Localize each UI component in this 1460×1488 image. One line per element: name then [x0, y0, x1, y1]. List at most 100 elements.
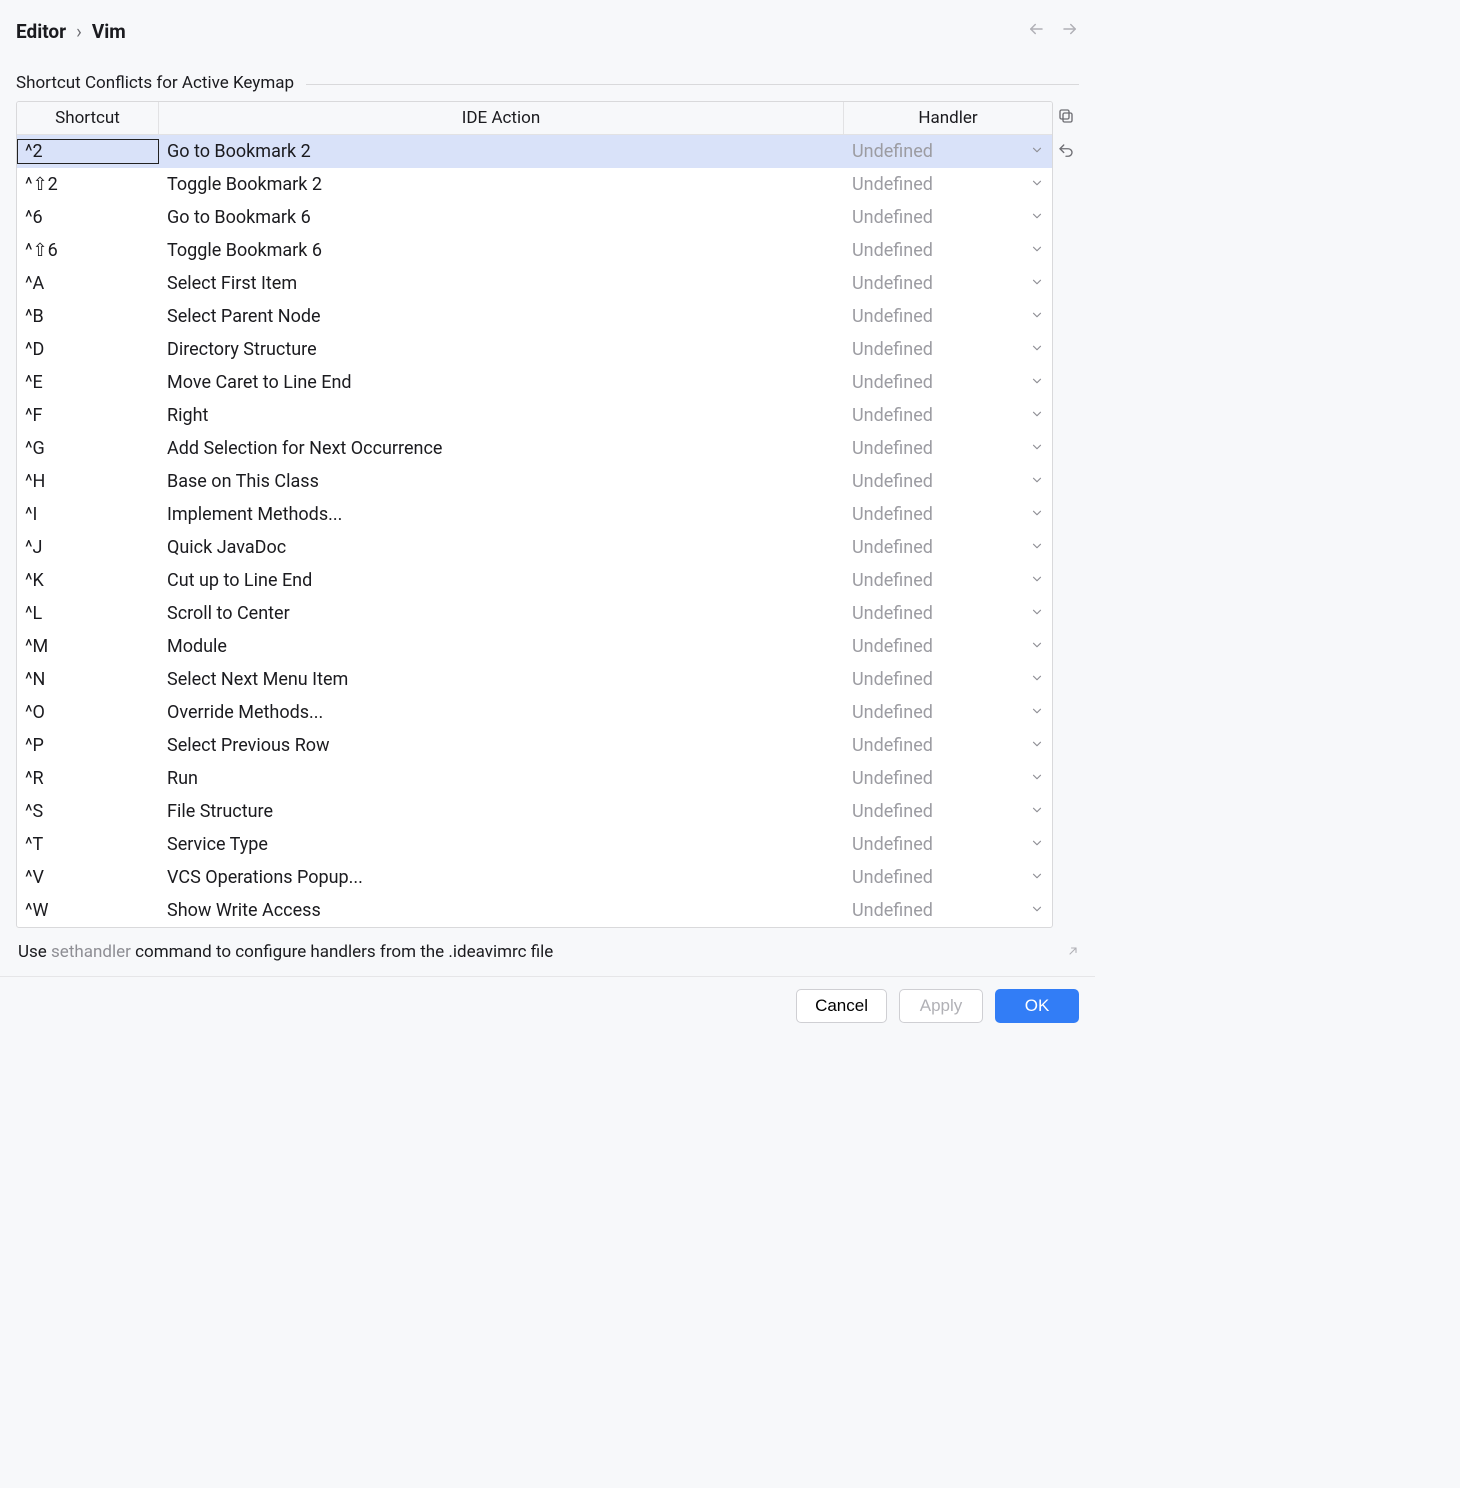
cell-handler-dropdown[interactable]: Undefined [844, 535, 1052, 560]
revert-icon[interactable] [1057, 142, 1075, 165]
cell-shortcut[interactable]: ^P [17, 733, 159, 758]
cell-shortcut[interactable]: ^R [17, 766, 159, 791]
table-row[interactable]: ^KCut up to Line EndUndefined [17, 564, 1052, 597]
cell-handler-dropdown[interactable]: Undefined [844, 865, 1052, 890]
cell-ide-action[interactable]: Quick JavaDoc [159, 535, 844, 560]
cell-ide-action[interactable]: Show Write Access [159, 898, 844, 923]
cell-ide-action[interactable]: Base on This Class [159, 469, 844, 494]
cell-ide-action[interactable]: Select First Item [159, 271, 844, 296]
popout-icon[interactable] [1067, 942, 1079, 962]
cell-ide-action[interactable]: Cut up to Line End [159, 568, 844, 593]
table-row[interactable]: ^BSelect Parent NodeUndefined [17, 300, 1052, 333]
table-row[interactable]: ^GAdd Selection for Next OccurrenceUndef… [17, 432, 1052, 465]
cell-shortcut[interactable]: ^H [17, 469, 159, 494]
cell-ide-action[interactable]: Go to Bookmark 6 [159, 205, 844, 230]
cell-ide-action[interactable]: Add Selection for Next Occurrence [159, 436, 844, 461]
col-shortcut[interactable]: Shortcut [17, 102, 159, 134]
cell-ide-action[interactable]: Select Parent Node [159, 304, 844, 329]
table-row[interactable]: ^⇧6Toggle Bookmark 6Undefined [17, 234, 1052, 267]
cell-handler-dropdown[interactable]: Undefined [844, 634, 1052, 659]
cell-handler-dropdown[interactable]: Undefined [844, 205, 1052, 230]
table-row[interactable]: ^MModuleUndefined [17, 630, 1052, 663]
cell-shortcut[interactable]: ^G [17, 436, 159, 461]
table-row[interactable]: ^HBase on This ClassUndefined [17, 465, 1052, 498]
table-row[interactable]: ^SFile StructureUndefined [17, 795, 1052, 828]
cell-ide-action[interactable]: Right [159, 403, 844, 428]
table-row[interactable]: ^LScroll to CenterUndefined [17, 597, 1052, 630]
table-row[interactable]: ^JQuick JavaDocUndefined [17, 531, 1052, 564]
cell-shortcut[interactable]: ^J [17, 535, 159, 560]
cell-ide-action[interactable]: Go to Bookmark 2 [159, 139, 844, 164]
cell-ide-action[interactable]: Toggle Bookmark 6 [159, 238, 844, 263]
cell-handler-dropdown[interactable]: Undefined [844, 370, 1052, 395]
cell-handler-dropdown[interactable]: Undefined [844, 733, 1052, 758]
table-row[interactable]: ^TService TypeUndefined [17, 828, 1052, 861]
copy-icon[interactable] [1057, 107, 1075, 130]
cell-ide-action[interactable]: File Structure [159, 799, 844, 824]
cell-shortcut[interactable]: ^B [17, 304, 159, 329]
cell-shortcut[interactable]: ^⇧2 [17, 172, 159, 197]
table-row[interactable]: ^EMove Caret to Line EndUndefined [17, 366, 1052, 399]
cell-ide-action[interactable]: Service Type [159, 832, 844, 857]
cell-handler-dropdown[interactable]: Undefined [844, 832, 1052, 857]
cell-shortcut[interactable]: ^S [17, 799, 159, 824]
col-handler[interactable]: Handler [844, 102, 1052, 134]
cell-shortcut[interactable]: ^6 [17, 205, 159, 230]
cell-handler-dropdown[interactable]: Undefined [844, 139, 1052, 164]
cell-shortcut[interactable]: ^F [17, 403, 159, 428]
cell-handler-dropdown[interactable]: Undefined [844, 337, 1052, 362]
table-row[interactable]: ^⇧2Toggle Bookmark 2Undefined [17, 168, 1052, 201]
cell-handler-dropdown[interactable]: Undefined [844, 469, 1052, 494]
cell-ide-action[interactable]: Select Previous Row [159, 733, 844, 758]
cell-ide-action[interactable]: Directory Structure [159, 337, 844, 362]
table-row[interactable]: ^IImplement Methods...Undefined [17, 498, 1052, 531]
cell-ide-action[interactable]: Run [159, 766, 844, 791]
cell-handler-dropdown[interactable]: Undefined [844, 568, 1052, 593]
cell-shortcut[interactable]: ^O [17, 700, 159, 725]
cell-ide-action[interactable]: Select Next Menu Item [159, 667, 844, 692]
cell-handler-dropdown[interactable]: Undefined [844, 238, 1052, 263]
cell-handler-dropdown[interactable]: Undefined [844, 766, 1052, 791]
cell-handler-dropdown[interactable]: Undefined [844, 898, 1052, 923]
cell-handler-dropdown[interactable]: Undefined [844, 403, 1052, 428]
table-row[interactable]: ^VVCS Operations Popup...Undefined [17, 861, 1052, 894]
table-row[interactable]: ^PSelect Previous RowUndefined [17, 729, 1052, 762]
cell-handler-dropdown[interactable]: Undefined [844, 601, 1052, 626]
cell-handler-dropdown[interactable]: Undefined [844, 502, 1052, 527]
cell-handler-dropdown[interactable]: Undefined [844, 667, 1052, 692]
cell-shortcut[interactable]: ^2 [17, 139, 159, 164]
table-row[interactable]: ^6Go to Bookmark 6Undefined [17, 201, 1052, 234]
table-row[interactable]: ^FRightUndefined [17, 399, 1052, 432]
cell-shortcut[interactable]: ^A [17, 271, 159, 296]
nav-forward-icon[interactable] [1061, 20, 1079, 43]
table-row[interactable]: ^WShow Write AccessUndefined [17, 894, 1052, 927]
cell-shortcut[interactable]: ^T [17, 832, 159, 857]
cell-handler-dropdown[interactable]: Undefined [844, 799, 1052, 824]
cell-shortcut[interactable]: ^N [17, 667, 159, 692]
cell-ide-action[interactable]: Module [159, 634, 844, 659]
col-ide-action[interactable]: IDE Action [159, 102, 844, 134]
cell-handler-dropdown[interactable]: Undefined [844, 436, 1052, 461]
table-row[interactable]: ^2Go to Bookmark 2Undefined [17, 135, 1052, 168]
cell-ide-action[interactable]: Toggle Bookmark 2 [159, 172, 844, 197]
cell-shortcut[interactable]: ^I [17, 502, 159, 527]
cell-ide-action[interactable]: Implement Methods... [159, 502, 844, 527]
cell-ide-action[interactable]: VCS Operations Popup... [159, 865, 844, 890]
cell-ide-action[interactable]: Override Methods... [159, 700, 844, 725]
cell-shortcut[interactable]: ^V [17, 865, 159, 890]
cell-shortcut[interactable]: ^M [17, 634, 159, 659]
cell-shortcut[interactable]: ^W [17, 898, 159, 923]
table-row[interactable]: ^OOverride Methods...Undefined [17, 696, 1052, 729]
table-row[interactable]: ^DDirectory StructureUndefined [17, 333, 1052, 366]
cell-shortcut[interactable]: ^⇧6 [17, 238, 159, 263]
cell-handler-dropdown[interactable]: Undefined [844, 700, 1052, 725]
cell-handler-dropdown[interactable]: Undefined [844, 271, 1052, 296]
cell-shortcut[interactable]: ^K [17, 568, 159, 593]
cell-shortcut[interactable]: ^D [17, 337, 159, 362]
cell-handler-dropdown[interactable]: Undefined [844, 172, 1052, 197]
cancel-button[interactable]: Cancel [796, 989, 887, 1023]
table-row[interactable]: ^NSelect Next Menu ItemUndefined [17, 663, 1052, 696]
table-row[interactable]: ^RRunUndefined [17, 762, 1052, 795]
cell-handler-dropdown[interactable]: Undefined [844, 304, 1052, 329]
table-row[interactable]: ^ASelect First ItemUndefined [17, 267, 1052, 300]
